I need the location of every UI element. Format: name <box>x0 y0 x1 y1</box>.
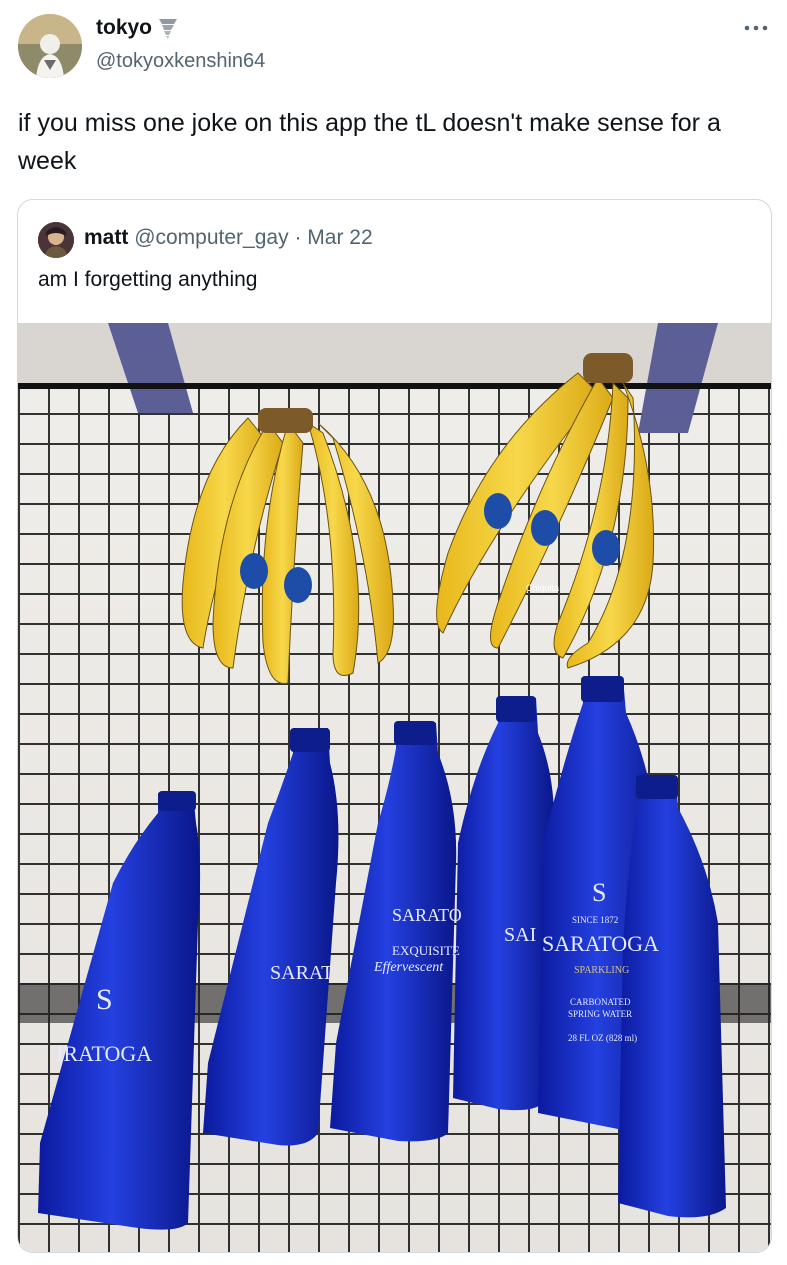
bottle-label-carbonated: CARBONATED <box>570 997 631 1007</box>
quoted-tweet[interactable]: matt @computer_gay · Mar 22 am I forgett… <box>17 199 772 1253</box>
photo-shopping-cart[interactable]: S IRATOGA SARAT SARATO EXQUISITE Efferve… <box>18 323 771 1252</box>
tornado-icon <box>159 19 178 39</box>
bottle-label-exquisite: EXQUISITE <box>392 943 460 958</box>
author-name[interactable]: tokyo <box>96 16 178 40</box>
bottle-label-brand-2: SARAT <box>270 962 333 984</box>
bottle-label-sparkling: SPARKLING <box>574 965 629 976</box>
quoted-date[interactable]: Mar 22 <box>307 226 372 249</box>
tweet: tokyo @tokyoxkenshin64 if you miss one j… <box>0 0 787 1265</box>
tweet-text: if you miss one joke on this app the tL … <box>18 109 721 175</box>
bottle-label-volume: 28 FL OZ (828 ml) <box>568 1033 637 1043</box>
bottle-label-s-main: S <box>592 878 606 907</box>
bottle-label-s-left: S <box>96 983 113 1016</box>
bottle-label-brand-main: SARATOGA <box>542 931 659 956</box>
avatar[interactable] <box>18 14 82 78</box>
banana-sticker-label: Chiquita <box>526 583 559 593</box>
quoted-avatar-image <box>38 222 74 258</box>
bottle-label-effervescent: Effervescent <box>373 960 444 975</box>
quoted-separator: · <box>294 226 302 249</box>
author-handle[interactable]: @tokyoxkenshin64 <box>96 50 265 73</box>
bottle-label-brand-3: SARATO <box>392 905 462 925</box>
quoted-text: am I forgetting anything <box>38 268 258 291</box>
avatar-image <box>18 14 82 78</box>
author-name-label: tokyo <box>96 16 153 39</box>
more-horizontal-icon[interactable] <box>742 18 770 38</box>
bottle-label-brand-left: IRATOGA <box>56 1041 152 1066</box>
bottle-label-brand-4: SAI <box>504 924 536 946</box>
quoted-avatar[interactable] <box>38 222 74 258</box>
bottle-label-since: SINCE 1872 <box>572 915 618 925</box>
photo-illustration: S IRATOGA SARAT SARATO EXQUISITE Efferve… <box>18 323 771 1252</box>
quoted-name[interactable]: matt <box>84 226 128 249</box>
quoted-handle[interactable]: @computer_gay <box>134 226 288 249</box>
quoted-header: matt @computer_gay · Mar 22 <box>84 226 373 250</box>
bottle-label-spring-water: SPRING WATER <box>568 1009 632 1019</box>
